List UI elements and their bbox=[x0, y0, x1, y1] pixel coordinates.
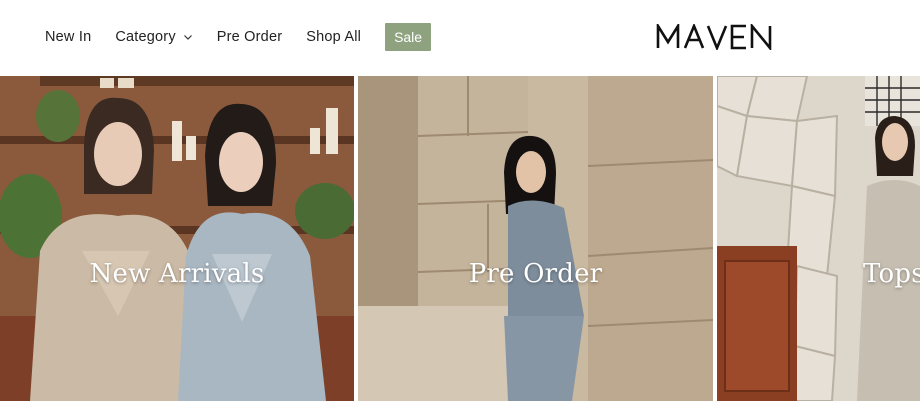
nav-new-in-label: New In bbox=[45, 29, 92, 45]
site-header: New In Category Pre Order Shop All Sale bbox=[0, 0, 920, 76]
nav-shop-all-label: Shop All bbox=[306, 29, 362, 45]
tops-photo bbox=[717, 76, 920, 401]
tile-pre-order[interactable]: Pre Order bbox=[358, 76, 713, 401]
chevron-down-icon bbox=[183, 35, 192, 40]
nav-category[interactable]: Category bbox=[115, 29, 192, 45]
brand-logo[interactable] bbox=[656, 22, 774, 52]
nav-category-label: Category bbox=[115, 29, 176, 45]
tile-label-pre-order: Pre Order bbox=[468, 259, 603, 289]
nav-new-in[interactable]: New In bbox=[45, 29, 91, 45]
nav-pre-order-label: Pre Order bbox=[216, 29, 283, 45]
tile-label-new-arrivals: New Arrivals bbox=[89, 259, 265, 289]
tile-label-tops: Tops bbox=[863, 259, 920, 289]
nav-shop-all[interactable]: Shop All bbox=[306, 29, 361, 45]
tile-new-arrivals[interactable]: New Arrivals bbox=[0, 76, 354, 401]
nav-sale-button[interactable]: Sale bbox=[385, 23, 432, 51]
category-gallery: New Arrivals Pre Order Tops bbox=[0, 76, 920, 401]
main-nav: New In Category Pre Order Shop All Sale bbox=[45, 22, 432, 52]
pre-order-photo bbox=[358, 76, 713, 401]
new-arrivals-photo bbox=[0, 76, 354, 401]
maven-logo-mark bbox=[656, 24, 772, 50]
nav-pre-order[interactable]: Pre Order bbox=[217, 29, 282, 45]
tile-tops[interactable]: Tops bbox=[717, 76, 920, 401]
